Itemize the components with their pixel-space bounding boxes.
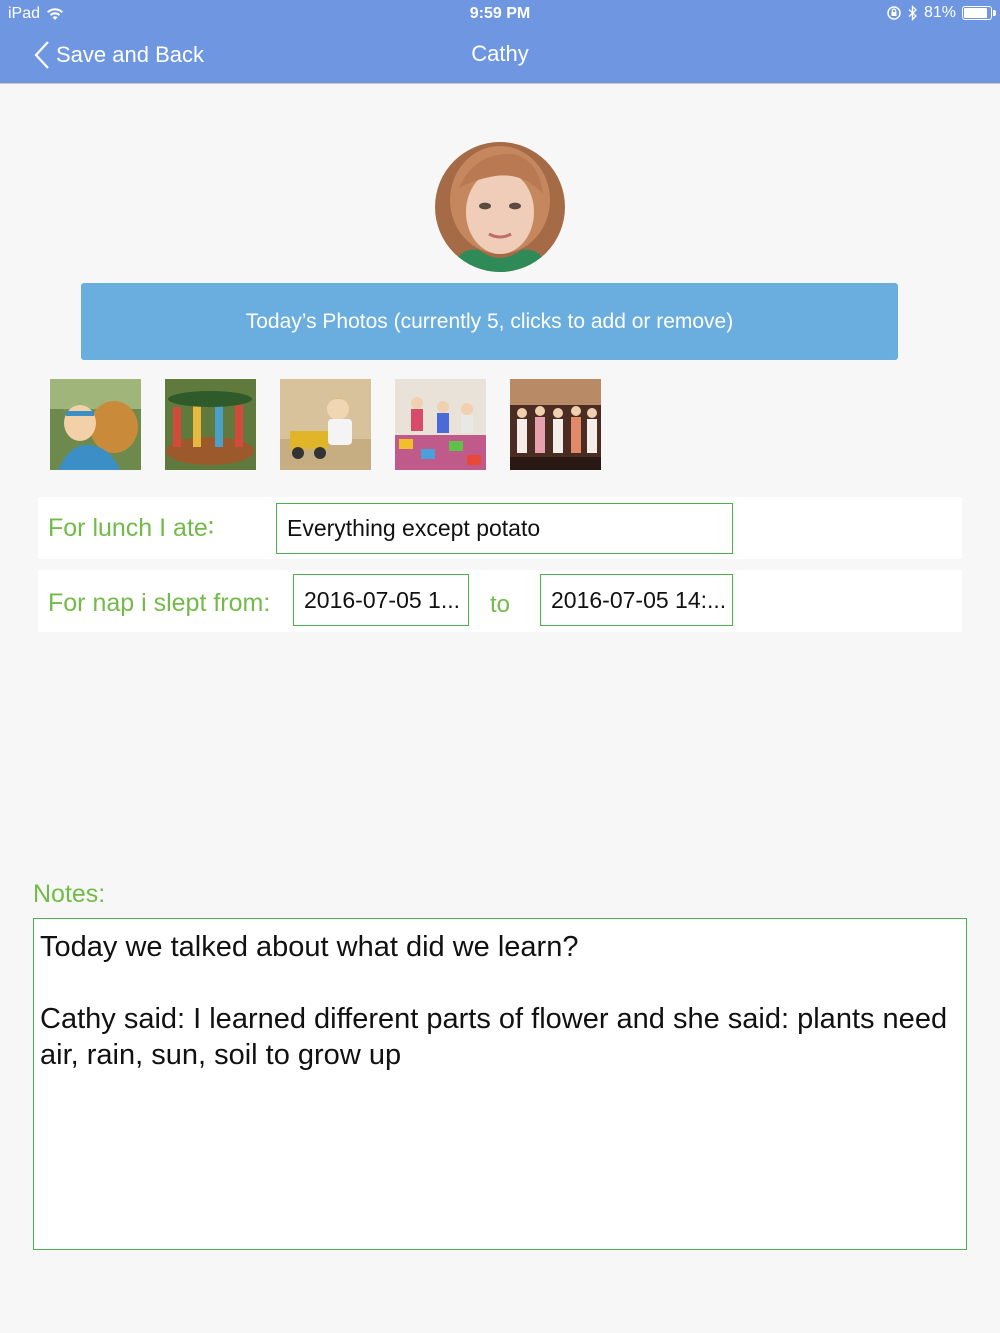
photo-thumbnail-children-violin-performance[interactable] [510, 379, 601, 470]
battery-fill [964, 8, 987, 18]
photo-thumbnail-child-with-toy-truck[interactable] [280, 379, 371, 470]
bluetooth-icon [908, 5, 917, 21]
photo-thumbnail-carousel[interactable] [165, 379, 256, 470]
status-time: 9:59 PM [469, 5, 531, 22]
status-right: 81% [886, 4, 996, 22]
girl-with-dog-icon [50, 379, 141, 470]
navigation-bar: Save and Back Cathy [0, 28, 1000, 84]
nap-from-field[interactable]: 2016-07-05 1... [293, 574, 469, 626]
notes-label: Notes: [33, 880, 106, 908]
nap-label: For nap i slept from: [48, 589, 271, 617]
lunch-label: For lunch I ate∶ [48, 514, 215, 542]
child-portrait-icon [435, 142, 565, 272]
nap-to-field[interactable]: 2016-07-05 14:... [540, 574, 733, 626]
carousel-icon [165, 379, 256, 470]
nap-row: For nap i slept from: 2016-07-05 1... to… [38, 570, 962, 632]
battery-icon [962, 6, 996, 20]
nap-to-label: to [490, 591, 511, 618]
photo-thumbnail-girl-with-dog[interactable] [50, 379, 141, 470]
status-bar: iPad 9:59 PM 81% [0, 0, 1000, 28]
page-title: Cathy [471, 41, 529, 66]
photo-thumbnail-playroom-children[interactable] [395, 379, 486, 470]
photo-thumbnails [50, 379, 601, 470]
todays-photos-button[interactable]: Today’s Photos (currently 5, clicks to a… [81, 283, 898, 360]
children-violin-performance-icon [510, 379, 601, 470]
child-with-toy-truck-icon [280, 379, 371, 470]
todays-photos-label: Today’s Photos (currently 5, clicks to a… [245, 309, 734, 333]
playroom-children-icon [395, 379, 486, 470]
battery-percent: 81% [923, 4, 956, 21]
avatar[interactable] [435, 142, 565, 272]
orientation-lock-icon [887, 6, 901, 20]
lunch-row: For lunch I ate∶ Everything except potat… [38, 497, 962, 559]
notes-textarea[interactable]: Today we talked about what did we learn?… [33, 918, 967, 1250]
lunch-field[interactable]: Everything except potato [276, 503, 733, 554]
